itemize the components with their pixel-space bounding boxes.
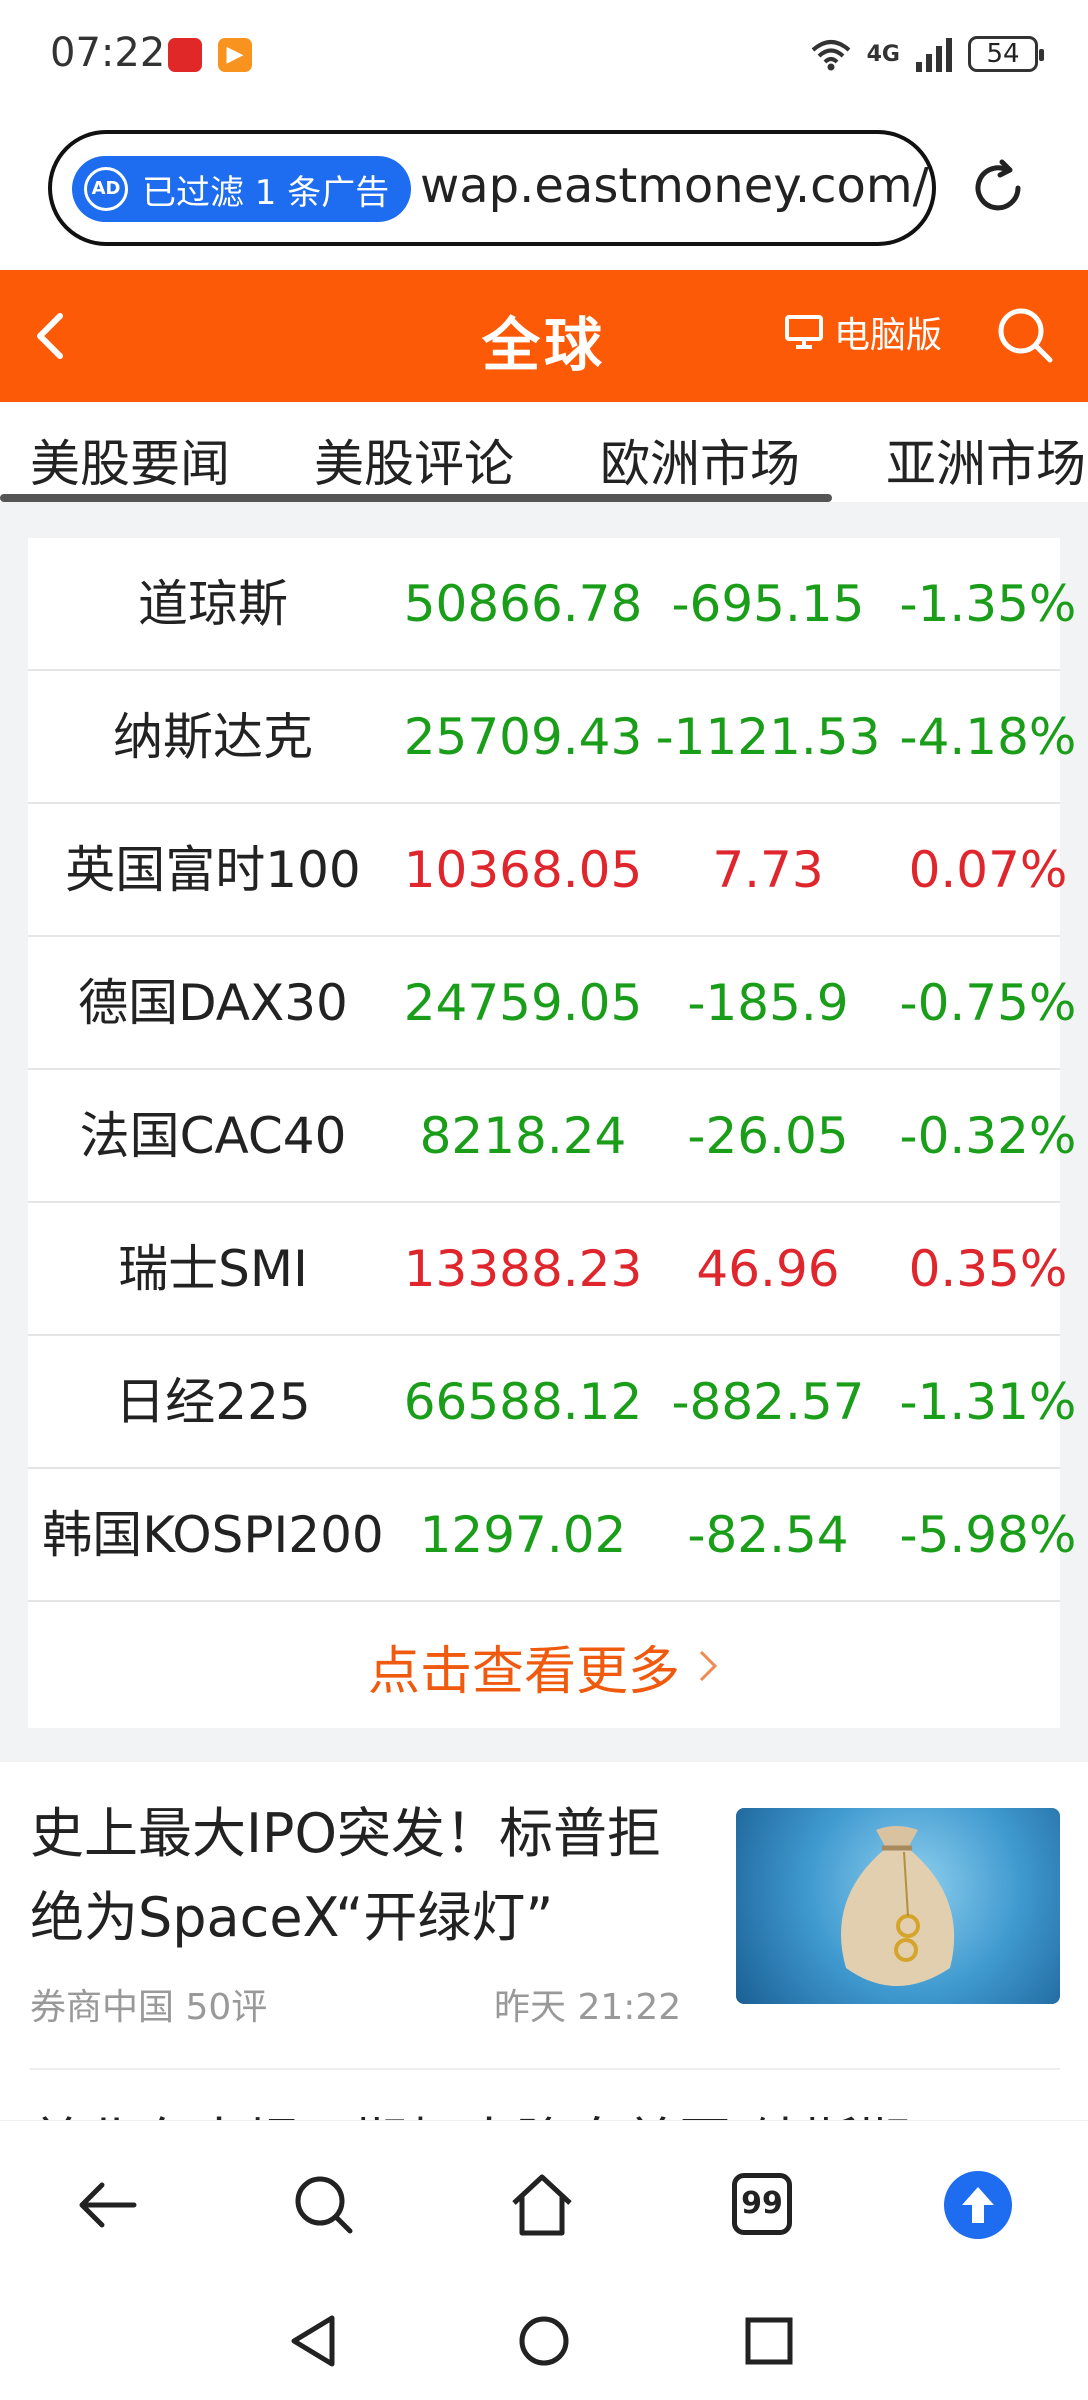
pc-version-label: 电脑版 <box>834 315 943 356</box>
market-name: 英国富时100 <box>65 841 361 899</box>
market-row[interactable]: 道琼斯 50866.78 -695.15 -1.35% <box>28 538 1076 671</box>
reload-icon[interactable] <box>966 156 1030 220</box>
market-row[interactable]: 纳斯达克 25709.43 -1121.53 -4.18% <box>28 671 1076 804</box>
news-time: 昨天 21:22 <box>494 1987 682 2028</box>
url-text[interactable]: wap.eastmoney.com/ <box>420 158 930 214</box>
view-more-link[interactable]: 点击查看更多 <box>28 1604 1060 1728</box>
ad-block-icon: AD <box>84 167 128 211</box>
search-icon[interactable] <box>994 304 1056 366</box>
market-change-pct: -1.35% <box>899 575 1077 633</box>
status-bar: 07:22 ▶ 4G 54 <box>0 0 1088 110</box>
status-time: 07:22 <box>50 30 166 76</box>
market-name: 道琼斯 <box>138 575 288 633</box>
money-bag-image <box>841 1826 955 1986</box>
news-divider <box>30 2068 1060 2070</box>
market-change-pct: -4.18% <box>899 708 1077 766</box>
tab-us-commentary[interactable]: 美股评论 <box>314 424 514 496</box>
market-name: 德国DAX30 <box>78 974 348 1032</box>
market-name: 法国CAC40 <box>79 1107 347 1165</box>
market-tabs: 美股要闻 美股评论 欧洲市场 亚洲市场 <box>0 402 1088 502</box>
market-price: 1297.02 <box>419 1506 627 1564</box>
address-bar[interactable]: AD 已过滤 1 条广告 wap.eastmoney.com/ <box>48 130 936 246</box>
market-change: 46.96 <box>696 1240 840 1298</box>
arrow-left-icon[interactable] <box>74 2171 142 2239</box>
global-markets-table: 道琼斯 50866.78 -695.15 -1.35% 纳斯达克 25709.4… <box>28 538 1076 1728</box>
cell-signal-icon <box>916 38 952 72</box>
market-price: 13388.23 <box>403 1240 643 1298</box>
market-price: 66588.12 <box>403 1373 643 1431</box>
market-change-pct: -5.98% <box>899 1506 1077 1564</box>
tabs-scroll-indicator <box>0 494 832 502</box>
tab-count-button[interactable]: 99 <box>732 2173 792 2235</box>
market-change: -185.9 <box>687 974 849 1032</box>
market-change-pct: -0.75% <box>899 974 1077 1032</box>
market-change: -1121.53 <box>655 708 881 766</box>
market-name: 纳斯达克 <box>113 708 313 766</box>
news-list: 史上最大IPO突发！标普拒绝为SpaceX“开绿灯” 券商中国 50评 昨天 2… <box>0 1762 1088 2142</box>
news-source: 券商中国 50评 <box>30 1987 268 2028</box>
arrow-up-icon[interactable] <box>944 2171 1012 2239</box>
battery-icon: 54 <box>968 36 1044 72</box>
market-name: 瑞士SMI <box>118 1240 308 1298</box>
market-change-pct: 0.35% <box>908 1240 1068 1298</box>
system-nav-bar <box>0 2290 1088 2400</box>
market-change: 7.73 <box>712 841 824 899</box>
tab-us-news[interactable]: 美股要闻 <box>30 424 230 496</box>
network-type-label: 4G <box>866 41 900 67</box>
market-row[interactable]: 韩国KOSPI200 1297.02 -82.54 -5.98% <box>28 1469 1076 1602</box>
news-title[interactable]: 史上最大IPO突发！标普拒绝为SpaceX“开绿灯” <box>30 1792 690 1960</box>
market-change: -882.57 <box>671 1373 865 1431</box>
market-change: -82.54 <box>687 1506 849 1564</box>
market-price: 8218.24 <box>419 1107 627 1165</box>
nav-home-icon[interactable] <box>509 2306 579 2376</box>
market-row[interactable]: 日经225 66588.12 -882.57 -1.31% <box>28 1336 1076 1469</box>
market-change-pct: -0.32% <box>899 1107 1077 1165</box>
ad-filter-text: 已过滤 1 条广告 <box>142 172 390 213</box>
news-thumbnail[interactable] <box>736 1808 1060 2004</box>
market-price: 25709.43 <box>403 708 643 766</box>
tab-europe-market[interactable]: 欧洲市场 <box>600 424 800 496</box>
pc-version-button[interactable]: 电脑版 <box>784 306 942 358</box>
video-app-icon: ▶ <box>218 38 252 72</box>
page-header: 全球 电脑版 <box>0 270 1088 402</box>
chevron-right-icon <box>699 1650 718 1682</box>
market-price: 10368.05 <box>403 841 643 899</box>
market-name: 日经225 <box>115 1373 311 1431</box>
market-row[interactable]: 瑞士SMI 13388.23 46.96 0.35% <box>28 1203 1067 1336</box>
search-icon[interactable] <box>290 2171 358 2239</box>
nav-back-icon[interactable] <box>280 2306 350 2376</box>
home-icon[interactable] <box>508 2171 576 2239</box>
market-price: 50866.78 <box>403 575 643 633</box>
market-row[interactable]: 法国CAC40 8218.24 -26.05 -0.32% <box>28 1070 1076 1203</box>
market-change-pct: 0.07% <box>908 841 1068 899</box>
arrow-up-glyph <box>962 2187 994 2223</box>
market-row[interactable]: 英国富时100 10368.05 7.73 0.07% <box>28 804 1067 937</box>
tab-asia-market[interactable]: 亚洲市场 <box>886 424 1086 496</box>
status-indicators: 4G 54 <box>809 34 1044 74</box>
market-price: 24759.05 <box>403 974 643 1032</box>
market-row[interactable]: 德国DAX30 24759.05 -185.9 -0.75% <box>28 937 1076 1070</box>
browser-toolbar: 99 <box>0 2120 1088 2290</box>
market-change: -26.05 <box>687 1107 849 1165</box>
nav-recents-icon[interactable] <box>734 2306 804 2376</box>
market-name: 韩国KOSPI200 <box>42 1506 384 1564</box>
monitor-icon <box>785 315 823 349</box>
view-more-label: 点击查看更多 <box>367 1641 680 1702</box>
market-change: -695.15 <box>671 575 865 633</box>
wifi-icon <box>811 40 850 71</box>
notification-app-icon <box>168 38 202 72</box>
ad-filter-badge[interactable]: AD 已过滤 1 条广告 <box>72 156 412 222</box>
market-change-pct: -1.31% <box>899 1373 1077 1431</box>
